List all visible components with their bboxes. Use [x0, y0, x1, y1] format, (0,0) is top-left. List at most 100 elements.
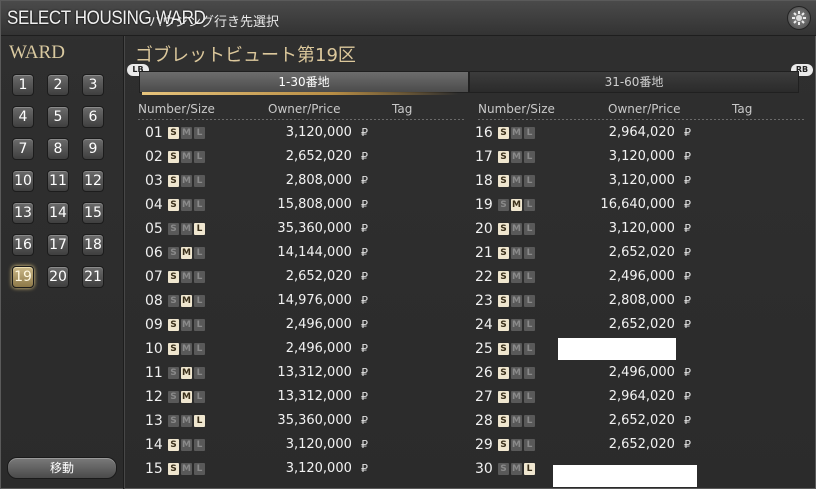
tab-plots-1-30[interactable]: 1-30番地 — [139, 71, 469, 95]
ward-button-8[interactable]: 8 — [47, 138, 69, 160]
plot-price: 3,120,000 ₽ — [285, 125, 368, 140]
plot-row[interactable]: 15 S M L 3,120,000 ₽ — [145, 458, 465, 482]
size-l-icon: L — [524, 199, 535, 211]
size-m-icon: M — [181, 151, 192, 163]
move-button[interactable]: 移動 — [7, 457, 117, 479]
gil-icon: ₽ — [361, 462, 368, 475]
ward-button-16[interactable]: 16 — [12, 234, 34, 256]
plot-row[interactable]: 09 S M L 2,496,000 ₽ — [145, 314, 465, 338]
size-s-icon: S — [498, 151, 509, 163]
plot-row[interactable]: 30 S M L — [475, 458, 795, 487]
ward-button-11[interactable]: 11 — [47, 170, 69, 192]
plot-price: 2,808,000 ₽ — [608, 293, 691, 308]
plot-number: 25 — [475, 341, 493, 357]
gil-icon: ₽ — [361, 390, 368, 403]
ward-grid: 1 2 3 4 5 6 7 8 9 10 11 12 13 14 15 16 17 18 19 20 21 — [12, 74, 104, 288]
ward-button-10[interactable]: 10 — [12, 170, 34, 192]
size-s-icon: S — [498, 319, 509, 331]
plot-number: 16 — [475, 125, 493, 141]
plot-row[interactable]: 12 S M L 13,312,000 ₽ — [145, 386, 465, 410]
size-m-icon: M — [511, 223, 522, 235]
gil-icon: ₽ — [684, 126, 691, 139]
plot-size-indicator: SML — [168, 319, 205, 331]
ward-button-3[interactable]: 3 — [82, 74, 104, 96]
ward-button-19[interactable]: 19 — [12, 266, 34, 288]
plot-number: 15 — [145, 461, 163, 477]
size-s-icon: S — [168, 271, 179, 283]
ward-button-1[interactable]: 1 — [12, 74, 34, 96]
ward-button-6[interactable]: 6 — [82, 106, 104, 128]
size-l-icon: L — [524, 343, 535, 355]
size-s-icon: S — [168, 367, 179, 379]
plot-row[interactable]: 13 S M L 35,360,000 ₽ — [145, 410, 465, 434]
ward-button-4[interactable]: 4 — [12, 106, 34, 128]
plot-row[interactable]: 04 S M L 15,808,000 ₽ — [145, 194, 465, 218]
ward-button-14[interactable]: 14 — [47, 202, 69, 224]
plot-size-indicator: SML — [168, 367, 205, 379]
plot-row[interactable]: 06 S M L 14,144,000 ₽ — [145, 242, 465, 266]
plot-row[interactable]: 18 S M L 3,120,000 ₽ — [475, 170, 795, 194]
size-m-icon: M — [511, 367, 522, 379]
size-m-icon: M — [181, 199, 192, 211]
plot-number: 27 — [475, 389, 493, 405]
plot-number: 14 — [145, 437, 163, 453]
ward-button-20[interactable]: 20 — [47, 266, 69, 288]
plot-row[interactable]: 25 S M L — [475, 338, 795, 362]
plot-price: 15,808,000 ₽ — [277, 197, 368, 212]
ward-button-9[interactable]: 9 — [82, 138, 104, 160]
plot-row[interactable]: 03 S M L 2,808,000 ₽ — [145, 170, 465, 194]
gil-icon: ₽ — [684, 390, 691, 403]
plot-row[interactable]: 16 S M L 2,964,020 ₽ — [475, 122, 795, 146]
ward-button-7[interactable]: 7 — [12, 138, 34, 160]
plot-row[interactable]: 26 S M L 2,496,000 ₽ — [475, 362, 795, 386]
plot-size-indicator: SML — [168, 175, 205, 187]
plot-row[interactable]: 07 S M L 2,652,020 ₽ — [145, 266, 465, 290]
plot-row[interactable]: 11 S M L 13,312,000 ₽ — [145, 362, 465, 386]
plot-row[interactable]: 21 S M L 2,652,020 ₽ — [475, 242, 795, 266]
ward-button-15[interactable]: 15 — [82, 202, 104, 224]
plot-size-indicator: SML — [498, 295, 535, 307]
plot-row[interactable]: 23 S M L 2,808,000 ₽ — [475, 290, 795, 314]
size-m-icon: M — [181, 367, 192, 379]
plot-size-indicator: SML — [498, 151, 535, 163]
title-bar: SELECT HOUSING WARD ハウジング行き先選択 — [1, 1, 816, 36]
plot-price: 13,312,000 ₽ — [277, 365, 368, 380]
plot-row[interactable]: 29 S M L 2,652,020 ₽ — [475, 434, 795, 458]
ward-button-17[interactable]: 17 — [47, 234, 69, 256]
size-m-icon: M — [511, 295, 522, 307]
plot-row[interactable]: 20 S M L 3,120,000 ₽ — [475, 218, 795, 242]
size-m-icon: M — [181, 127, 192, 139]
plot-row[interactable]: 24 S M L 2,652,020 ₽ — [475, 314, 795, 338]
header-tag: Tag — [732, 102, 753, 116]
ward-button-12[interactable]: 12 — [82, 170, 104, 192]
plot-number: 12 — [145, 389, 163, 405]
plot-size-indicator: SML — [498, 199, 535, 211]
plot-row[interactable]: 14 S M L 3,120,000 ₽ — [145, 434, 465, 458]
ward-button-5[interactable]: 5 — [47, 106, 69, 128]
ward-button-13[interactable]: 13 — [12, 202, 34, 224]
plot-row[interactable]: 01 S M L 3,120,000 ₽ — [145, 122, 465, 146]
ward-title: ゴブレットビュート第19区 — [135, 45, 356, 66]
plot-size-indicator: SML — [168, 343, 205, 355]
plot-row[interactable]: 28 S M L 2,652,020 ₽ — [475, 410, 795, 434]
ward-button-2[interactable]: 2 — [47, 74, 69, 96]
plot-row[interactable]: 17 S M L 3,120,000 ₽ — [475, 146, 795, 170]
plot-row[interactable]: 19 S M L 16,640,000 ₽ — [475, 194, 795, 218]
tab-plots-31-60[interactable]: 31-60番地 — [469, 71, 799, 93]
plot-row[interactable]: 05 S M L 35,360,000 ₽ — [145, 218, 465, 242]
plot-price: 2,496,000 ₽ — [285, 317, 368, 332]
ward-button-18[interactable]: 18 — [82, 234, 104, 256]
plot-row[interactable]: 10 S M L 2,496,000 ₽ — [145, 338, 465, 362]
gil-icon: ₽ — [684, 414, 691, 427]
ward-button-21[interactable]: 21 — [82, 266, 104, 288]
size-l-icon: L — [524, 319, 535, 331]
plot-price: 2,496,000 ₽ — [608, 365, 691, 380]
close-icon[interactable] — [787, 6, 811, 30]
size-l-icon: L — [194, 199, 205, 211]
plot-row[interactable]: 08 S M L 14,976,000 ₽ — [145, 290, 465, 314]
plot-row[interactable]: 27 S M L 2,964,020 ₽ — [475, 386, 795, 410]
plot-row[interactable]: 02 S M L 2,652,020 ₽ — [145, 146, 465, 170]
plot-price: 3,120,000 ₽ — [285, 437, 368, 452]
plot-row[interactable]: 22 S M L 2,496,000 ₽ — [475, 266, 795, 290]
size-m-icon: M — [511, 463, 522, 475]
